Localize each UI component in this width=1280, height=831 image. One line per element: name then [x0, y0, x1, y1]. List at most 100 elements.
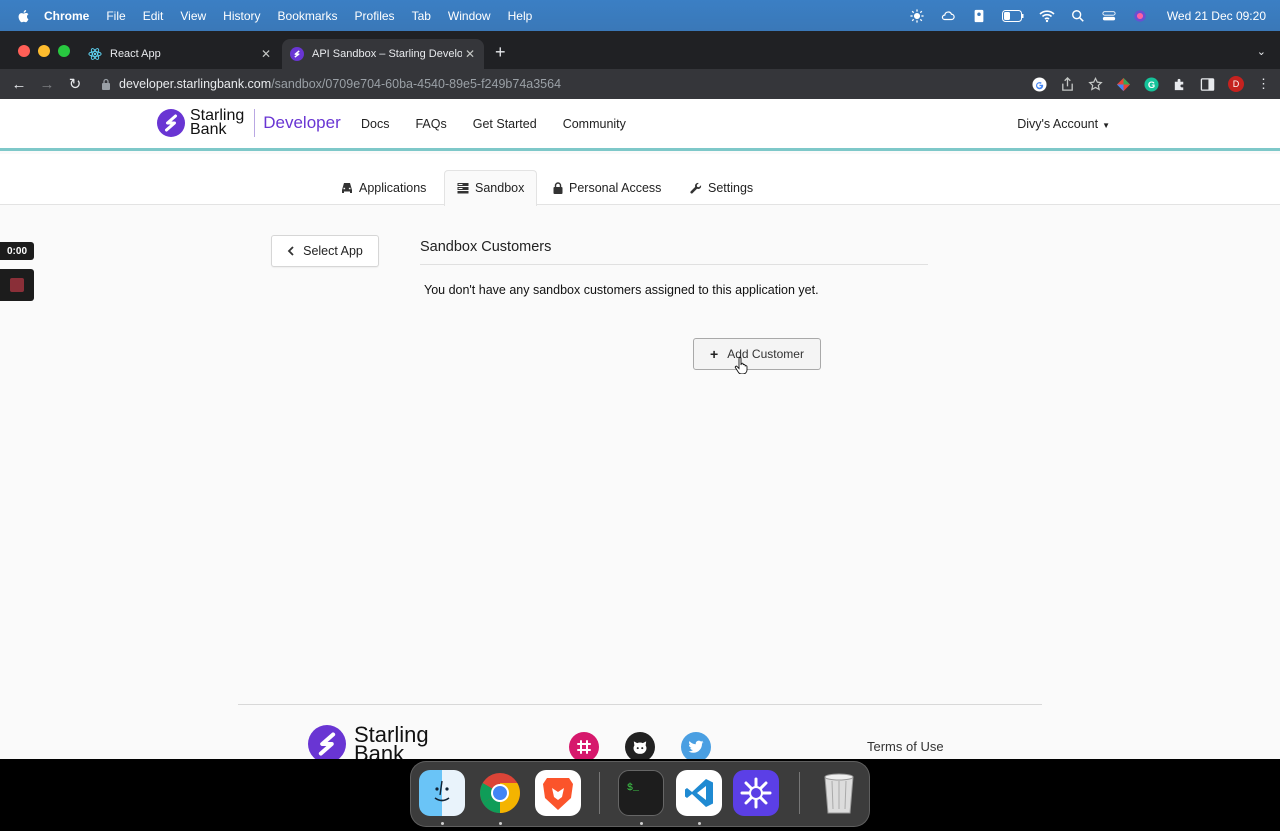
github-icon[interactable]: [625, 732, 655, 759]
apple-icon[interactable]: [16, 8, 32, 24]
stop-icon: [10, 278, 24, 292]
tab-settings[interactable]: Settings: [690, 171, 753, 205]
chrome-tab-strip: React App ✕ API Sandbox – Starling Devel…: [0, 31, 1280, 69]
dock-separator: [599, 772, 600, 814]
select-app-button[interactable]: Select App: [271, 235, 379, 267]
running-indicator: [441, 822, 444, 825]
account-label: Divy's Account: [1017, 117, 1099, 131]
terminal-icon[interactable]: $_: [618, 770, 664, 816]
tab-label: Settings: [708, 181, 754, 195]
menubar-clock[interactable]: Wed 21 Dec 09:20: [1167, 9, 1266, 23]
caret-down-icon: ▼: [1102, 121, 1110, 130]
menu-bookmarks[interactable]: Bookmarks: [278, 9, 338, 23]
lock-icon[interactable]: [101, 78, 111, 90]
starling-wordmark: Starling Bank: [190, 108, 244, 138]
menu-help[interactable]: Help: [508, 9, 533, 23]
contacts-icon[interactable]: [971, 9, 987, 23]
menu-profiles[interactable]: Profiles: [355, 9, 395, 23]
minimize-window-button[interactable]: [38, 45, 50, 57]
tab-label: Personal Access: [569, 181, 662, 195]
extensions-puzzle-icon[interactable]: [1172, 77, 1187, 92]
slack-icon[interactable]: [569, 732, 599, 759]
plus-icon: +: [710, 346, 719, 362]
account-menu[interactable]: Divy's Account ▼: [1017, 117, 1110, 131]
nav-community[interactable]: Community: [563, 117, 626, 131]
macos-dock: $_: [410, 761, 870, 827]
close-tab-icon[interactable]: ✕: [462, 47, 478, 61]
grammarly-icon[interactable]: G: [1144, 76, 1159, 92]
google-icon[interactable]: [1032, 76, 1047, 92]
twitter-icon[interactable]: [681, 732, 711, 759]
wifi-icon[interactable]: [1039, 9, 1055, 23]
running-indicator: [499, 822, 502, 825]
menu-history[interactable]: History: [223, 9, 260, 23]
nav-get-started[interactable]: Get Started: [473, 117, 537, 131]
window-controls: [18, 45, 70, 57]
server-icon: [457, 183, 469, 194]
web-page: Starling Bank Developer Docs FAQs Get St…: [0, 99, 1280, 759]
battery-icon[interactable]: [1001, 9, 1024, 23]
control-center-icon[interactable]: [1101, 9, 1117, 23]
trash-icon[interactable]: [816, 770, 862, 816]
react-icon: [88, 48, 102, 60]
section-title: Sandbox Customers: [420, 239, 552, 255]
share-icon[interactable]: [1060, 76, 1075, 92]
reload-icon[interactable]: ↻: [61, 75, 89, 93]
chrome-toolbar: ← → ↻ developer.starlingbank.com/sandbox…: [0, 69, 1280, 99]
tab-api-sandbox[interactable]: API Sandbox – Starling Developer ✕: [282, 39, 484, 69]
url-path: /sandbox/0709e704-60ba-4540-89e5-f249b74…: [271, 77, 562, 91]
recording-timer: 0:00: [0, 242, 34, 260]
footer-divider: [238, 704, 1042, 705]
tab-label: Sandbox: [475, 181, 525, 195]
profile-avatar[interactable]: D: [1228, 76, 1244, 92]
back-arrow-icon[interactable]: ←: [5, 76, 33, 93]
close-tab-icon[interactable]: ✕: [258, 47, 274, 61]
select-app-label: Select App: [303, 244, 363, 258]
svg-text:$_: $_: [627, 782, 640, 794]
side-panel-icon[interactable]: [1200, 77, 1215, 92]
zoom-window-button[interactable]: [58, 45, 70, 57]
tab-react-app[interactable]: React App ✕: [80, 39, 280, 69]
starling-developer-logo[interactable]: Starling Bank Developer: [157, 108, 341, 138]
nav-faqs[interactable]: FAQs: [415, 117, 446, 131]
new-tab-button[interactable]: +: [495, 43, 506, 61]
menu-file[interactable]: File: [106, 9, 125, 23]
empty-state-message: You don't have any sandbox customers ass…: [424, 283, 819, 297]
menu-window[interactable]: Window: [448, 9, 491, 23]
tab-search-chevron-icon[interactable]: ⌄: [1257, 45, 1266, 58]
tab-personal-access[interactable]: Personal Access: [553, 171, 661, 205]
top-navigation: Docs FAQs Get Started Community: [361, 117, 626, 131]
finder-icon[interactable]: [419, 770, 465, 816]
close-window-button[interactable]: [18, 45, 30, 57]
nav-docs[interactable]: Docs: [361, 117, 389, 131]
menu-edit[interactable]: Edit: [143, 9, 164, 23]
spotlight-search-icon[interactable]: [1070, 9, 1086, 23]
menu-view[interactable]: View: [180, 9, 206, 23]
starling-icon: [290, 47, 304, 61]
chrome-icon[interactable]: [477, 770, 523, 816]
menu-tab[interactable]: Tab: [412, 9, 431, 23]
brave-icon[interactable]: [535, 770, 581, 816]
footer-logo[interactable]: Starling Bank: [308, 724, 429, 759]
tab-title: API Sandbox – Starling Developer: [312, 48, 462, 60]
dock-separator: [799, 772, 800, 814]
tab-title: React App: [110, 48, 161, 60]
terms-of-use-link[interactable]: Terms of Use: [867, 739, 944, 754]
color-extension-icon[interactable]: [1116, 77, 1131, 92]
perplexity-icon[interactable]: [733, 770, 779, 816]
tab-applications[interactable]: Applications: [341, 171, 426, 205]
address-bar[interactable]: developer.starlingbank.com/sandbox/0709e…: [101, 77, 561, 91]
forward-arrow-icon[interactable]: →: [33, 76, 61, 93]
bookmark-star-icon[interactable]: [1088, 76, 1103, 92]
vscode-icon[interactable]: [676, 770, 722, 816]
menu-chrome[interactable]: Chrome: [44, 9, 89, 23]
brightness-icon[interactable]: [909, 8, 925, 23]
stop-recording-button[interactable]: [0, 269, 34, 301]
add-customer-button[interactable]: + Add Customer: [693, 338, 821, 370]
lock-icon: [553, 182, 563, 194]
icloud-icon[interactable]: [940, 9, 956, 23]
siri-icon[interactable]: [1132, 9, 1148, 23]
developer-label: Developer: [263, 113, 341, 132]
tab-sandbox[interactable]: Sandbox: [444, 170, 538, 206]
chrome-menu-icon[interactable]: ⋮: [1257, 76, 1270, 92]
